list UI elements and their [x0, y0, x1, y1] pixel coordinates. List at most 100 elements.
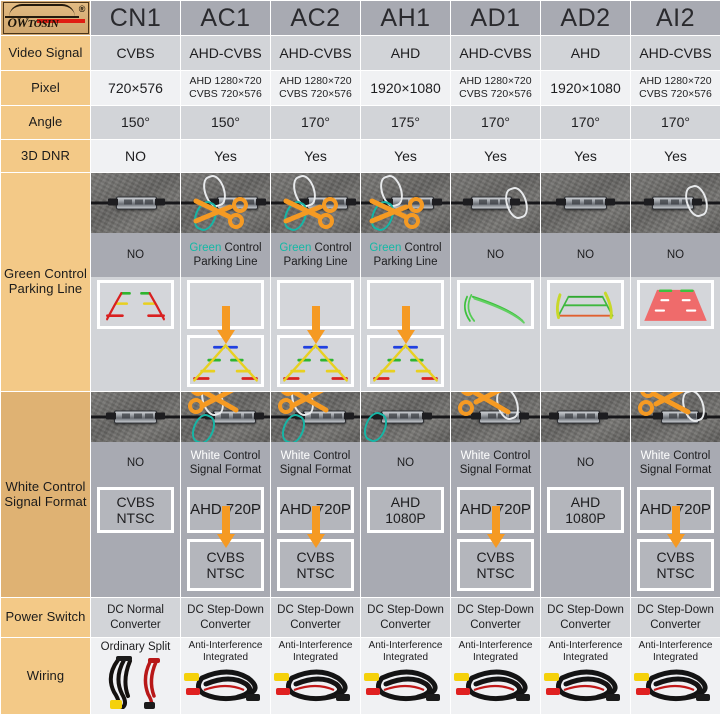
connector-photo — [631, 173, 720, 233]
cell-video-signal-cn1: CVBS — [90, 35, 181, 71]
row-label-pixel: Pixel — [0, 70, 91, 106]
wiring-caption-l2: Integrated — [382, 652, 429, 663]
pixel-line: CVBS 720×576 — [189, 88, 262, 100]
logo-ow: OW — [7, 15, 29, 30]
pixel-line: AHD 1280×720 — [459, 74, 532, 87]
cell-dnr-ai2: Yes — [630, 139, 720, 173]
row-label-white-control: White Control Signal Format — [0, 391, 91, 598]
white-status-text: NO — [576, 456, 595, 469]
wiring-harness-split-icon — [108, 656, 160, 711]
pixel-line: CVBS 720×576 — [279, 88, 352, 100]
cell-dnr-ac2: Yes — [270, 139, 361, 173]
row-label-angle: Angle — [0, 105, 91, 140]
pixel-line: 720×576 — [108, 79, 163, 96]
signal-line: 1080P — [565, 510, 606, 526]
white-word: White — [460, 449, 491, 462]
wiring-caption-l1: Anti-Interference — [368, 640, 443, 651]
spec-table: OWTOSIN ® CN1 AC1 AC2 AH1 AD1 AD2 AI2 Vi… — [0, 0, 720, 716]
green-rest: Control — [311, 241, 352, 254]
white-line2: Signal Format — [459, 464, 532, 476]
signal-box-top: CVBS NTSC — [97, 487, 174, 533]
connector-photo-cut — [361, 173, 450, 233]
power-line: DC Step-Down — [457, 604, 534, 617]
green-control-caption: Green Control Parking Line — [277, 235, 353, 276]
down-arrow-icon — [306, 506, 326, 555]
wiring-harness-integrated-icon — [183, 669, 260, 702]
white-word: White — [280, 449, 311, 462]
row-3d-dnr: 3D DNR NO Yes Yes Yes Yes Yes Yes — [0, 139, 720, 173]
cell-pixel-ai2: AHD 1280×720 CVBS 720×576 — [630, 70, 720, 106]
table-header-row: OWTOSIN ® CN1 AC1 AC2 AH1 AD1 AD2 AI2 — [0, 0, 720, 36]
cell-green-ai2: NO — [630, 172, 720, 392]
parking-line-preview-trapezoid — [547, 280, 624, 329]
cell-wiring-ac2: Anti-Interference Integrated — [270, 636, 361, 716]
white-status-text: NO — [126, 456, 145, 469]
row-label-wiring: Wiring — [0, 636, 91, 716]
pixel-line: CVBS 720×576 — [459, 88, 532, 100]
signal-line: NTSC — [476, 565, 515, 581]
cell-dnr-cn1: NO — [90, 139, 181, 173]
row-video-signal: Video Signal CVBS AHD-CVBS AHD-CVBS AHD … — [0, 35, 720, 71]
connector-photo-cut — [271, 392, 360, 442]
cell-angle-ac1: 150° — [180, 105, 271, 140]
green-status-text: NO — [576, 248, 595, 261]
down-arrow-icon — [666, 506, 686, 555]
down-arrow-icon — [306, 306, 326, 351]
wiring-caption-l1: Anti-Interference — [458, 640, 533, 651]
cell-power-ad1: DC Step-Down Converter — [450, 597, 541, 638]
cell-pixel-ac1: AHD 1280×720 CVBS 720×576 — [180, 70, 271, 106]
down-arrow-icon — [486, 506, 506, 555]
cell-dnr-ac1: Yes — [180, 139, 271, 173]
green-control-caption: Green Control Parking Line — [187, 235, 263, 276]
cell-power-ac1: DC Step-Down Converter — [180, 597, 271, 638]
cell-green-ad2: NO — [540, 172, 631, 392]
cell-white-ad2: NO AHD 1080P — [540, 391, 631, 598]
wiring-harness-integrated-icon — [543, 669, 620, 702]
green-word: Green — [369, 241, 402, 254]
row-label-video-signal: Video Signal — [0, 35, 91, 71]
down-arrow-icon — [396, 306, 416, 351]
power-line: Converter — [650, 618, 701, 631]
connector-photo — [91, 173, 180, 233]
signal-line: AHD — [390, 493, 421, 510]
white-label-line2: Signal Format — [4, 493, 87, 509]
cell-white-cn1: NO CVBS NTSC — [90, 391, 181, 598]
parking-line-preview-curve — [457, 280, 534, 329]
green-label-line1: Green — [4, 266, 41, 282]
connector-photo-cut — [181, 392, 270, 442]
green-line2: Parking Line — [373, 256, 438, 268]
signal-line: NTSC — [296, 565, 335, 581]
power-line: Converter — [470, 618, 521, 631]
connector-photo — [361, 392, 450, 442]
green-label-rest: Control — [40, 266, 87, 282]
wiring-harness-integrated-icon — [633, 669, 710, 702]
cell-video-signal-ai2: AHD-CVBS — [630, 35, 720, 71]
power-line: Converter — [560, 618, 611, 631]
green-label-line2: Parking Line — [8, 281, 83, 296]
cell-white-ac2: White Control Signal Format AHD 720P CVBS… — [270, 391, 361, 598]
pixel-line: AHD 1280×720 — [279, 74, 352, 87]
cell-dnr-ad2: Yes — [540, 139, 631, 173]
col-header-ad1: AD1 — [450, 0, 541, 36]
cell-pixel-ac2: AHD 1280×720 CVBS 720×576 — [270, 70, 361, 106]
green-control-caption: Green Control Parking Line — [367, 235, 443, 276]
cell-wiring-ad2: Anti-Interference Integrated — [540, 636, 631, 716]
wiring-caption: Ordinary Split — [100, 641, 171, 653]
connector-photo — [541, 173, 630, 233]
white-label-line1: White — [5, 478, 40, 494]
white-word: White — [190, 449, 221, 462]
cell-wiring-ah1: Anti-Interference Integrated — [360, 636, 451, 716]
cell-dnr-ah1: Yes — [360, 139, 451, 173]
connector-photo-cut — [181, 173, 270, 233]
power-line: DC Step-Down — [187, 604, 264, 617]
signal-line: NTSC — [206, 565, 245, 581]
cell-angle-ad1: 170° — [450, 105, 541, 140]
cell-white-ac1: White Control Signal Format AHD 720P CVBS… — [180, 391, 271, 598]
logo-tosin: TOSIN — [27, 18, 59, 30]
cell-wiring-cn1: Ordinary Split — [90, 636, 181, 716]
white-control-caption: White Control Signal Format — [188, 443, 264, 484]
cell-video-signal-ah1: AHD — [360, 35, 451, 71]
cell-power-ad2: DC Step-Down Converter — [540, 597, 631, 638]
product-comparison-table: OWTOSIN ® CN1 AC1 AC2 AH1 AD1 AD2 AI2 Vi… — [0, 0, 720, 720]
white-rest: Control — [670, 449, 711, 462]
